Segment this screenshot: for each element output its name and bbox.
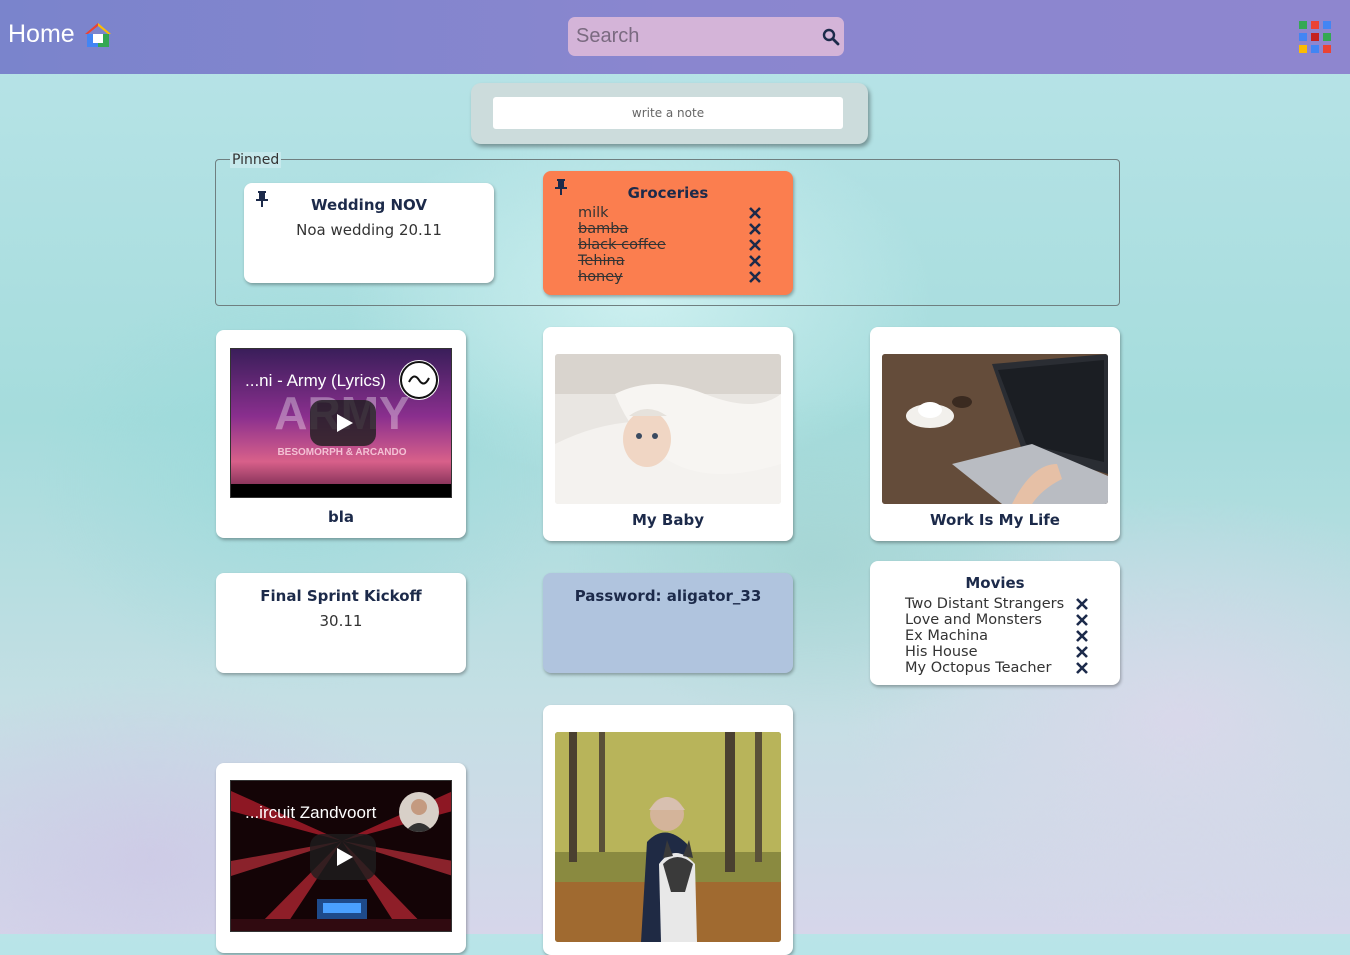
note-card-dog[interactable] — [543, 705, 793, 955]
remove-x-icon[interactable] — [749, 271, 761, 283]
todo-text: My Octopus Teacher — [905, 660, 1052, 676]
search-box — [568, 17, 844, 56]
note-card-baby[interactable]: My Baby — [543, 327, 793, 541]
remove-x-icon[interactable] — [749, 223, 761, 235]
note-card-wedding[interactable]: Wedding NOV Noa wedding 20.11 — [244, 183, 494, 283]
todo-text: Love and Monsters — [905, 612, 1042, 628]
top-bar: Home — [0, 0, 1350, 74]
remove-x-icon[interactable] — [1076, 598, 1088, 610]
search-input[interactable] — [574, 19, 808, 54]
todo-text: honey — [578, 269, 623, 285]
home-logo-icon — [84, 22, 111, 47]
work-photo — [882, 354, 1108, 504]
dog-photo — [555, 732, 781, 942]
todo-text: Two Distant Strangers — [905, 596, 1065, 612]
remove-x-icon[interactable] — [749, 207, 761, 219]
note-card-work[interactable]: Work Is My Life — [870, 327, 1120, 541]
todo-text: Ex Machina — [905, 628, 989, 644]
remove-x-icon[interactable] — [1076, 614, 1088, 626]
note-caption: bla — [327, 508, 354, 526]
todo-text: Tehina — [578, 253, 625, 269]
note-title: Final Sprint Kickoff — [260, 587, 422, 605]
channel-avatar[interactable] — [399, 792, 439, 832]
note-composer — [471, 83, 868, 144]
note-card-movies[interactable]: Movies Two Distant Strangers Love and Mo… — [870, 561, 1120, 685]
note-caption: My Baby — [632, 511, 704, 529]
todo-text: milk — [578, 205, 609, 221]
video-embed[interactable]: ARMY BESOMORPH & ARCANDO ...ni - Army (L… — [230, 348, 452, 498]
svg-text:BESOMORPH & ARCANDO: BESOMORPH & ARCANDO — [277, 447, 406, 458]
remove-x-icon[interactable] — [749, 239, 761, 251]
note-title: Password: aligator_33 — [574, 587, 762, 605]
note-text: Noa wedding 20.11 — [296, 221, 442, 239]
search-icon[interactable] — [822, 28, 840, 46]
video-embed[interactable]: ...ircuit Zandvoort — [230, 780, 452, 932]
note-title: Movies — [965, 574, 1025, 592]
todo-item: Ex Machina — [870, 628, 1120, 644]
note-title: Groceries — [627, 184, 709, 202]
todo-item: milk — [543, 205, 793, 221]
note-input[interactable] — [493, 97, 843, 129]
remove-x-icon[interactable] — [1076, 646, 1088, 658]
todo-list: Two Distant Strangers Love and Monsters … — [870, 596, 1120, 676]
play-icon[interactable] — [310, 400, 376, 446]
todo-item: His House — [870, 644, 1120, 660]
todo-item: Love and Monsters — [870, 612, 1120, 628]
video-title[interactable]: ...ircuit Zandvoort — [245, 803, 376, 823]
note-card-groceries[interactable]: Groceries milk bamba black coffee Tehina… — [543, 171, 793, 295]
note-title: Wedding NOV — [311, 196, 427, 214]
note-caption: Work Is My Life — [930, 511, 1060, 529]
todo-text: bamba — [578, 221, 629, 237]
remove-x-icon[interactable] — [749, 255, 761, 267]
todo-text: black coffee — [578, 237, 666, 253]
channel-avatar[interactable] — [399, 360, 439, 400]
remove-x-icon[interactable] — [1076, 662, 1088, 674]
note-card-password[interactable]: Password: aligator_33 — [543, 573, 793, 673]
todo-item: Tehina — [543, 253, 793, 269]
note-text: 30.11 — [319, 612, 363, 630]
todo-item: honey — [543, 269, 793, 285]
todo-text: His House — [905, 644, 978, 660]
pinned-legend: Pinned — [230, 152, 282, 168]
todo-item: Two Distant Strangers — [870, 596, 1120, 612]
todo-item: bamba — [543, 221, 793, 237]
play-icon[interactable] — [310, 834, 376, 880]
apps-grid-icon[interactable] — [1299, 21, 1331, 53]
note-card-video-army[interactable]: ARMY BESOMORPH & ARCANDO ...ni - Army (L… — [216, 330, 466, 538]
todo-list: milk bamba black coffee Tehina honey — [543, 205, 793, 285]
remove-x-icon[interactable] — [1076, 630, 1088, 642]
todo-item: My Octopus Teacher — [870, 660, 1120, 676]
baby-photo — [555, 354, 781, 504]
video-title[interactable]: ...ni - Army (Lyrics) — [245, 371, 386, 391]
note-card-sprint[interactable]: Final Sprint Kickoff 30.11 — [216, 573, 466, 673]
brand[interactable]: Home — [8, 20, 113, 49]
todo-item: black coffee — [543, 237, 793, 253]
app-title[interactable]: Home — [8, 20, 75, 49]
note-card-video-zandvoort[interactable]: ...ircuit Zandvoort — [216, 763, 466, 953]
